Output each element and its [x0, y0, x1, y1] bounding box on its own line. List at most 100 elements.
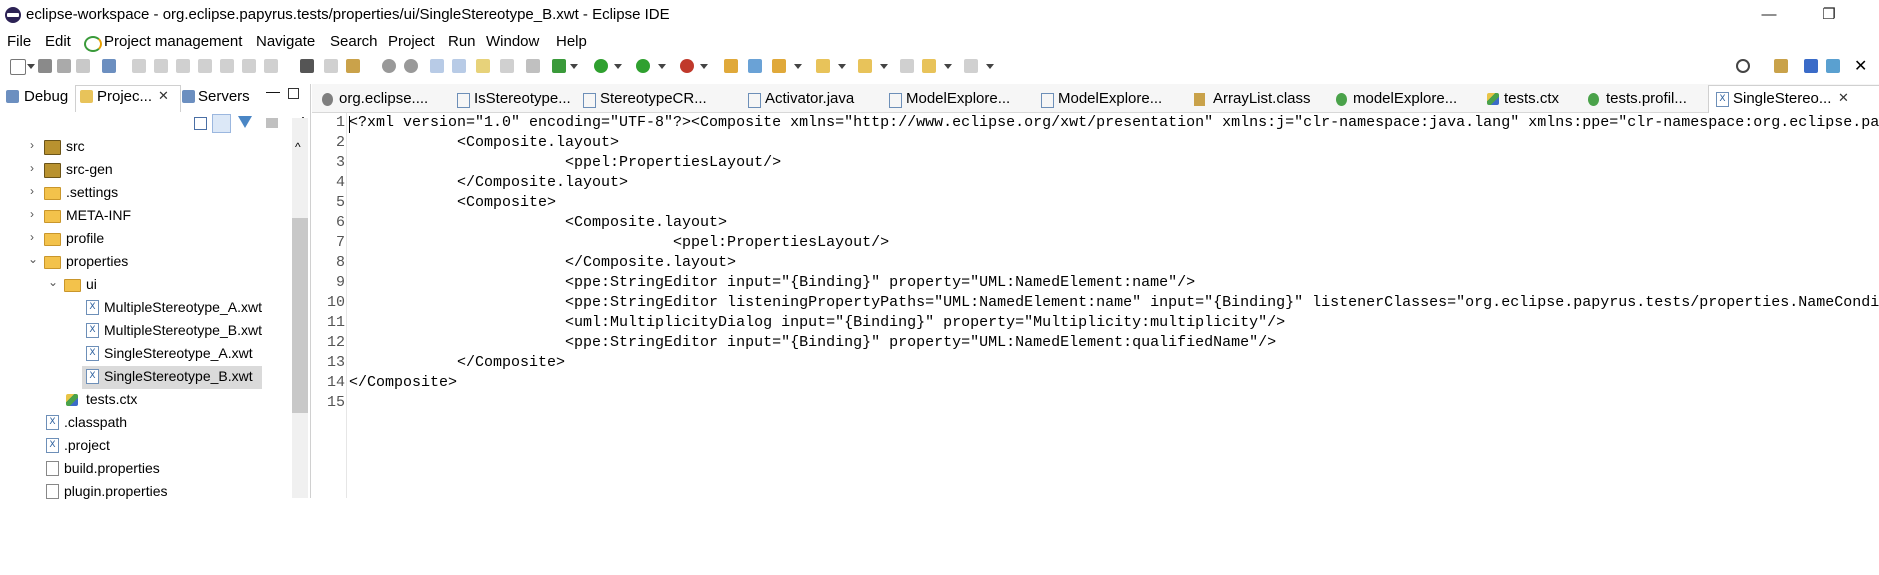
java-perspective-icon[interactable] — [1804, 59, 1818, 73]
expand-icon[interactable]: › — [30, 207, 34, 221]
menu-search[interactable]: Search — [330, 33, 378, 50]
tree-item-settings[interactable]: › .settings — [0, 182, 290, 205]
tab-project-explorer[interactable]: Projec... — [97, 88, 152, 105]
menu-help[interactable]: Help — [556, 33, 587, 50]
tab-debug[interactable]: Debug — [24, 88, 68, 105]
editor-tab-tests-profile[interactable]: tests.profil... — [1606, 90, 1687, 107]
editor-tab-tests-ctx[interactable]: tests.ctx — [1504, 90, 1559, 107]
search-icon[interactable] — [1736, 59, 1750, 73]
toggle-mark-icon[interactable] — [430, 59, 444, 73]
code-line[interactable]: <ppe:StringEditor input="{Binding}" prop… — [349, 274, 1195, 291]
editor-tab-arraylist[interactable]: ArrayList.class — [1213, 90, 1311, 107]
tab-servers[interactable]: Servers — [198, 88, 250, 105]
print-icon[interactable] — [76, 59, 90, 73]
minimize-button[interactable]: — — [1746, 2, 1792, 28]
editor-tab-modelexplore-2[interactable]: ModelExplore... — [1058, 90, 1162, 107]
pin-editor-icon[interactable] — [526, 59, 540, 73]
skip-breakpoints-icon[interactable] — [382, 59, 396, 73]
tree-item-multiplestereotype-a[interactable]: X MultipleStereotype_A.xwt — [0, 297, 290, 320]
xml-perspective-icon[interactable]: ✕ — [1854, 56, 1867, 76]
open-perspective-icon[interactable] — [1774, 59, 1788, 73]
editor-tab-isstereotype[interactable]: IsStereotype... — [474, 90, 571, 107]
code-line[interactable]: <Composite.layout> — [349, 134, 619, 151]
editor-tab-modelexplore-3[interactable]: modelExplore... — [1353, 90, 1457, 107]
tree-item-tests-ctx[interactable]: tests.ctx — [0, 389, 290, 412]
menu-navigate[interactable]: Navigate — [256, 33, 315, 50]
scroll-up-icon[interactable]: ^ — [295, 140, 301, 154]
tree-item-src[interactable]: › src — [0, 136, 290, 159]
toggle-breakpoint-icon[interactable] — [346, 59, 360, 73]
expand-icon[interactable]: › — [30, 230, 34, 244]
collapse-all-icon[interactable] — [194, 117, 207, 130]
code-line[interactable]: <Composite.layout> — [349, 214, 727, 231]
last-edit-icon[interactable] — [900, 59, 914, 73]
tree-item-singlestereotype-a[interactable]: X SingleStereotype_A.xwt — [0, 343, 290, 366]
editor-tab-org-eclipse[interactable]: org.eclipse.... — [339, 90, 428, 107]
restore-button[interactable]: ❐ — [1806, 2, 1852, 28]
previous-annotation-dropdown-icon[interactable] — [880, 64, 888, 69]
forward-dropdown-icon[interactable] — [986, 64, 994, 69]
tree-item-ui[interactable]: ⌄ ui — [0, 274, 290, 297]
step-into-icon[interactable] — [220, 59, 234, 73]
menu-window[interactable]: Window — [486, 33, 539, 50]
debug-tool-icon[interactable] — [102, 59, 116, 73]
view-menu-icon[interactable] — [266, 118, 278, 128]
next-annotation-icon[interactable] — [816, 59, 830, 73]
minimize-view-icon[interactable]: — — [266, 83, 280, 99]
code-line[interactable]: </Composite.layout> — [349, 174, 628, 191]
use-step-filters-icon[interactable] — [300, 59, 314, 73]
open-console-icon[interactable] — [324, 59, 338, 73]
run-icon[interactable] — [594, 59, 608, 73]
code-line[interactable]: <?xml version="1.0" encoding="UTF-8"?><C… — [349, 114, 1879, 131]
external-tools-icon[interactable] — [680, 59, 694, 73]
expand-icon[interactable]: › — [30, 184, 34, 198]
tree-item-multiplestereotype-b[interactable]: X MultipleStereotype_B.xwt — [0, 320, 290, 343]
external-tools-dropdown-icon[interactable] — [700, 64, 708, 69]
save-icon[interactable] — [38, 59, 52, 73]
tree-item-singlestereotype-b[interactable]: X SingleStereotype_B.xwt — [82, 366, 262, 389]
disconnect-icon[interactable] — [198, 59, 212, 73]
search-tool-icon[interactable] — [772, 59, 786, 73]
menu-edit[interactable]: Edit — [45, 33, 71, 50]
resume-icon[interactable] — [132, 59, 146, 73]
step-return-icon[interactable] — [264, 59, 278, 73]
menu-project[interactable]: Project — [388, 33, 435, 50]
new-java-package-icon[interactable] — [748, 59, 762, 73]
tree-item-profile[interactable]: › profile — [0, 228, 290, 251]
debug-perspective-icon[interactable] — [1826, 59, 1840, 73]
maximize-view-icon[interactable] — [288, 88, 299, 99]
coverage-icon[interactable] — [636, 59, 650, 73]
back-icon[interactable] — [922, 59, 936, 73]
menu-project-management[interactable]: Project management — [104, 33, 242, 50]
expand-icon[interactable]: › — [30, 138, 34, 152]
code-line[interactable]: <ppe:StringEditor input="{Binding}" prop… — [349, 334, 1276, 351]
coverage-dropdown-icon[interactable] — [658, 64, 666, 69]
suspend-icon[interactable] — [154, 59, 168, 73]
show-whitespace-icon[interactable] — [476, 59, 490, 73]
step-over-icon[interactable] — [242, 59, 256, 73]
code-line[interactable]: <ppe:StringEditor listeningPropertyPaths… — [349, 294, 1879, 311]
open-type-icon[interactable] — [724, 59, 738, 73]
tree-item-project[interactable]: X .project — [0, 435, 290, 458]
code-line[interactable]: </Composite> — [349, 354, 565, 371]
filter-icon[interactable] — [238, 116, 252, 128]
link-with-editor-icon[interactable] — [212, 114, 231, 133]
run-dropdown-icon[interactable] — [614, 64, 622, 69]
back-dropdown-icon[interactable] — [944, 64, 952, 69]
code-line[interactable]: <ppel:PropertiesLayout/> — [349, 154, 781, 171]
menu-run[interactable]: Run — [448, 33, 476, 50]
block-selection-icon[interactable] — [452, 59, 466, 73]
next-annotation-dropdown-icon[interactable] — [838, 64, 846, 69]
editor-tab-stereotypecr[interactable]: StereotypeCR... — [600, 90, 707, 107]
new-icon[interactable] — [10, 59, 26, 75]
tree-item-build-properties[interactable]: build.properties — [0, 458, 290, 481]
tree-item-meta-inf[interactable]: › META-INF — [0, 205, 290, 228]
debug-as-icon[interactable] — [552, 59, 566, 73]
code-line[interactable]: </Composite.layout> — [349, 254, 736, 271]
tree-scrollbar-thumb[interactable] — [292, 218, 308, 413]
close-tab-icon[interactable]: ✕ — [1838, 90, 1849, 106]
menu-file[interactable]: File — [7, 33, 31, 50]
collapse-icon[interactable]: ⌄ — [28, 252, 38, 266]
tree-item-plugin-properties[interactable]: plugin.properties — [0, 481, 290, 504]
tree-item-classpath[interactable]: X .classpath — [0, 412, 290, 435]
